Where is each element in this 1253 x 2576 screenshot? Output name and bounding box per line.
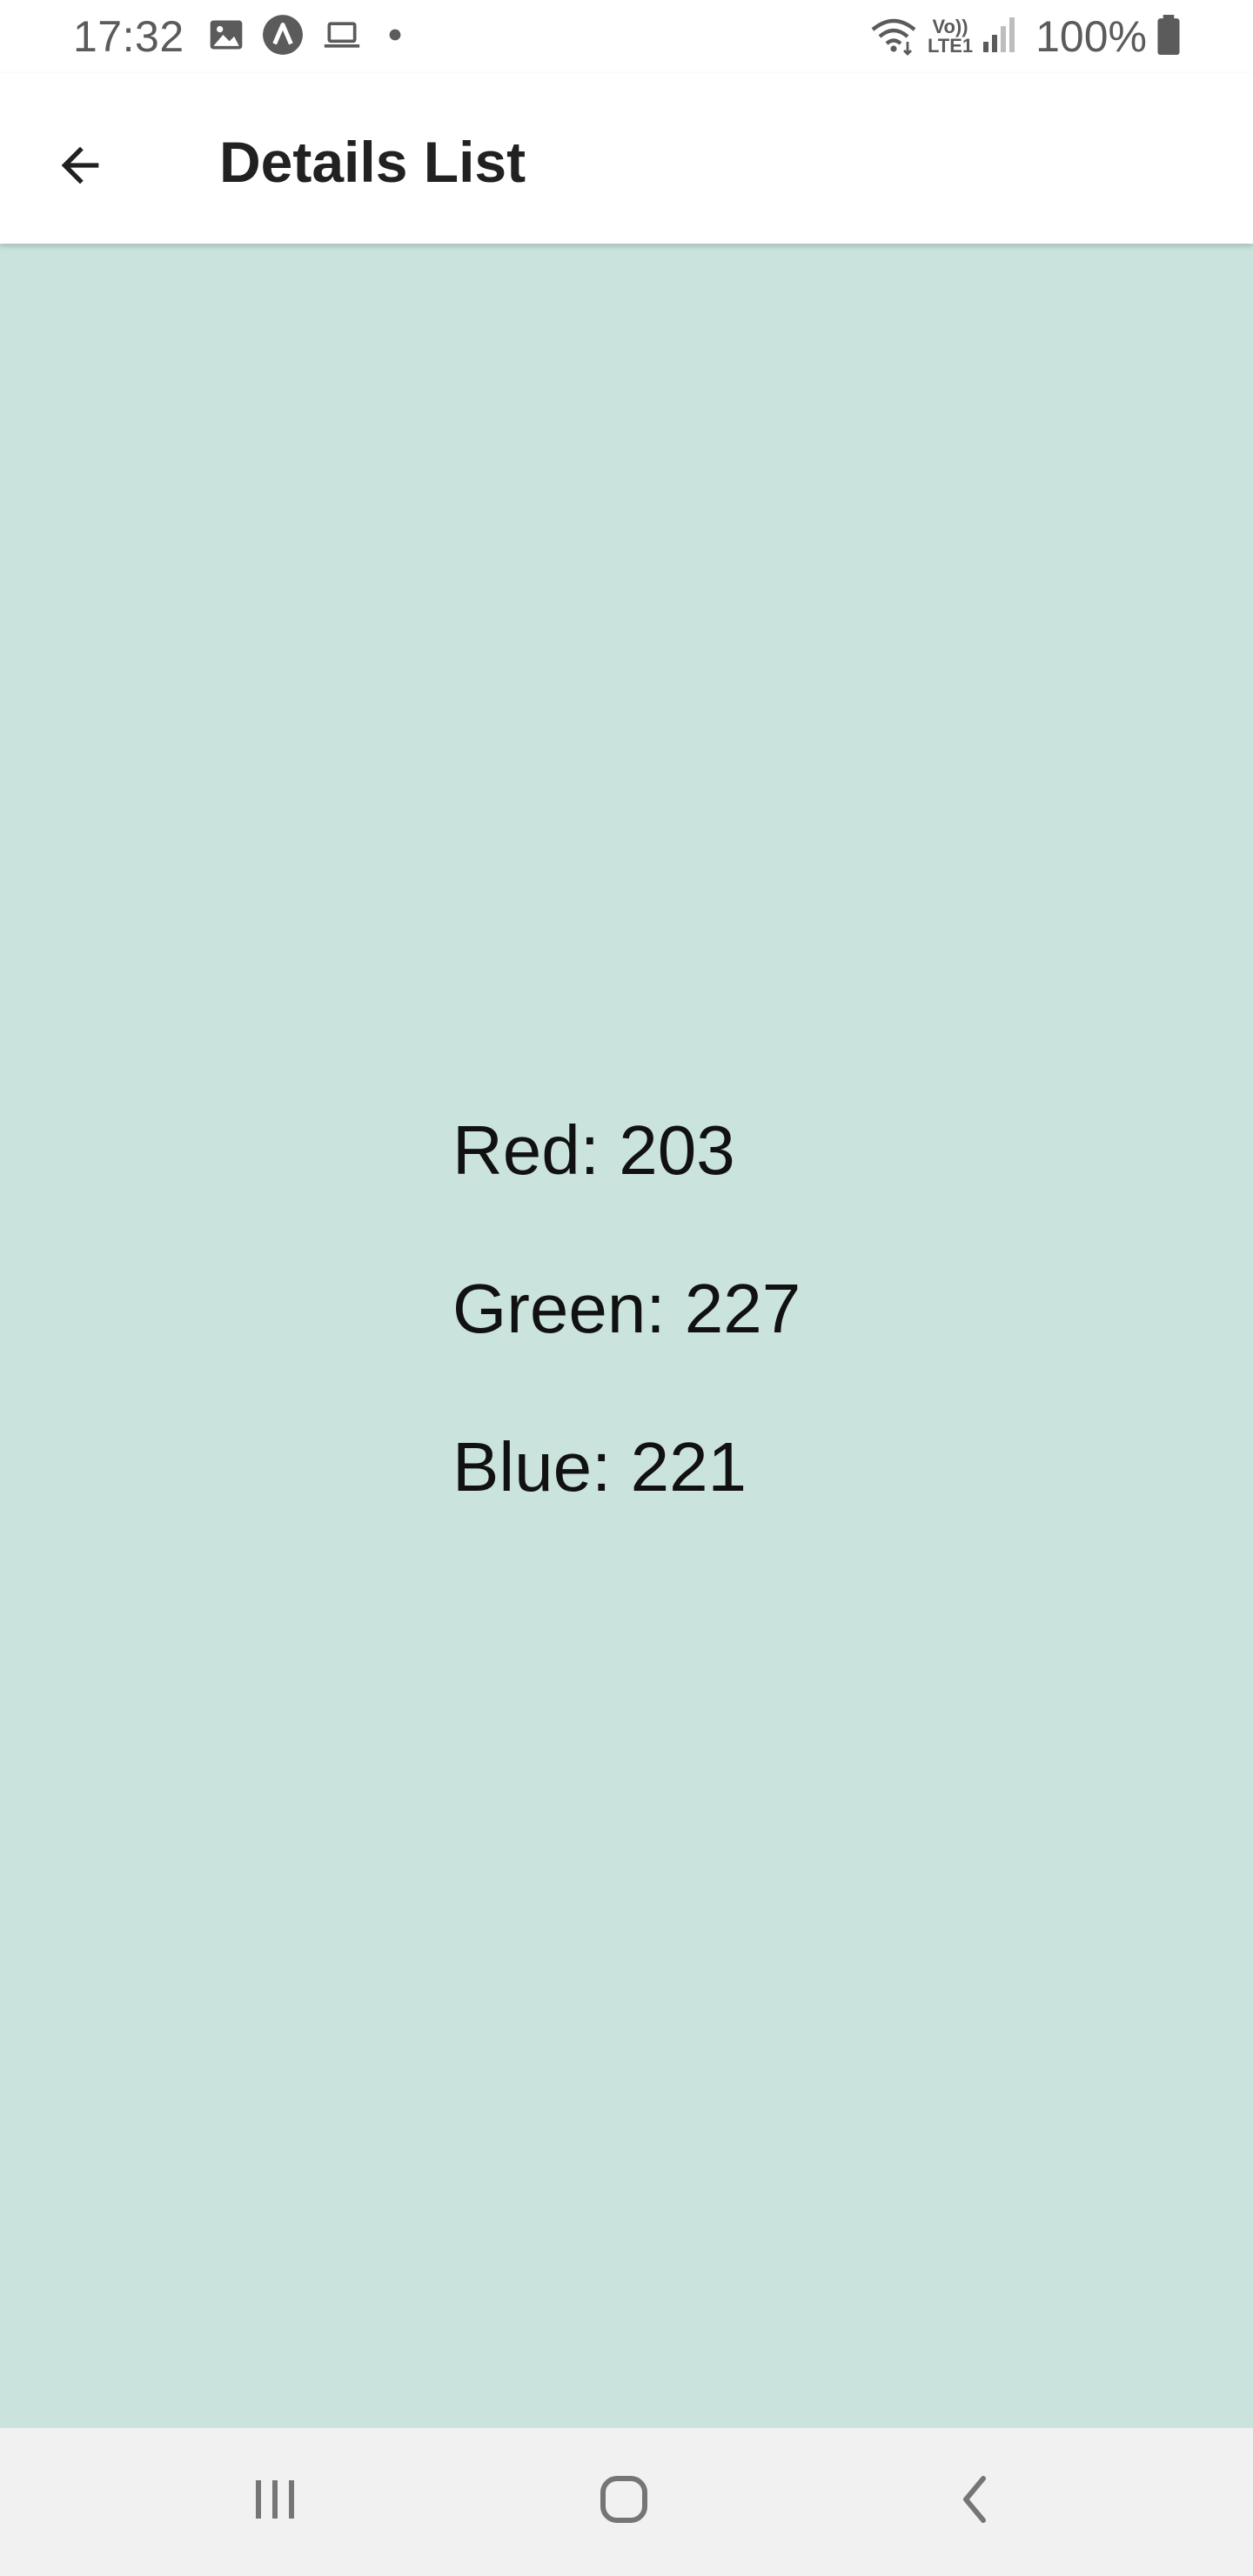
red-value: Red: 203 xyxy=(452,1111,735,1189)
volte-icon: Vo)) LTE1 xyxy=(928,17,973,56)
image-icon xyxy=(207,16,245,58)
home-icon xyxy=(598,2473,650,2530)
recents-icon xyxy=(249,2475,301,2528)
home-button[interactable] xyxy=(572,2458,676,2545)
system-nav-bar xyxy=(0,2428,1253,2576)
page-title: Details List xyxy=(219,130,526,194)
laptop-icon xyxy=(320,16,364,58)
battery-percent: 100% xyxy=(1035,12,1147,61)
dot-icon xyxy=(388,28,402,46)
wifi-icon xyxy=(868,14,919,60)
arrow-back-icon xyxy=(52,138,108,198)
rgb-values-list: Red: 203 Green: 227 Blue: 221 xyxy=(452,1107,801,1582)
battery-icon xyxy=(1156,14,1182,59)
status-time: 17:32 xyxy=(73,12,184,61)
volte-label-bottom: LTE1 xyxy=(927,35,974,57)
a-circle-icon xyxy=(261,13,305,61)
volte-label-top: Vo)) xyxy=(932,16,968,37)
blue-value: Blue: 221 xyxy=(452,1428,747,1506)
signal-icon xyxy=(982,16,1016,58)
back-button[interactable] xyxy=(31,118,129,216)
back-icon xyxy=(957,2473,992,2530)
status-bar: 17:32 Vo)) LTE1 100% xyxy=(0,0,1253,73)
green-value: Green: 227 xyxy=(452,1270,801,1347)
app-bar: Details List xyxy=(0,73,1253,244)
recents-button[interactable] xyxy=(223,2458,327,2545)
nav-back-button[interactable] xyxy=(922,2458,1027,2545)
color-details-panel: Red: 203 Green: 227 Blue: 221 xyxy=(0,244,1253,2428)
status-system-icons: Vo)) LTE1 100% xyxy=(868,10,1182,63)
status-notification-icons xyxy=(207,14,402,59)
